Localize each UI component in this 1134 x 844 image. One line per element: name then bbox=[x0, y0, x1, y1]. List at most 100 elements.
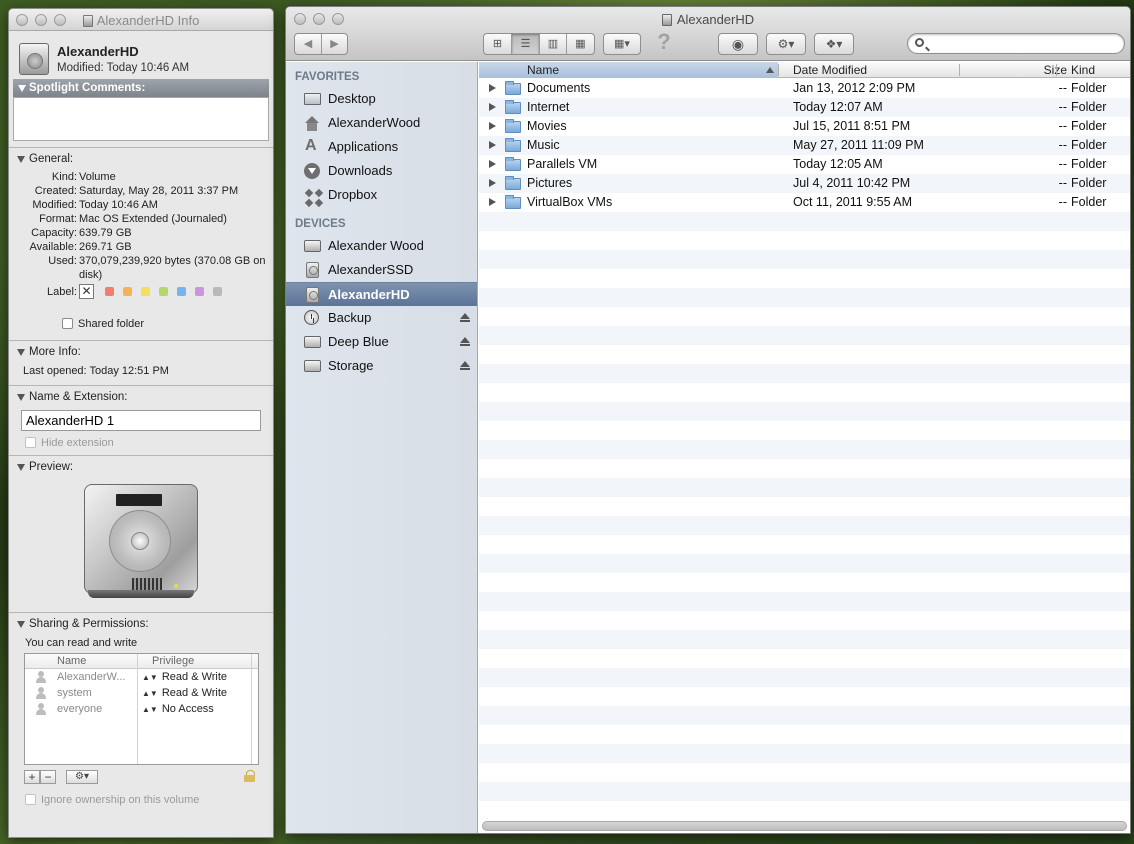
search-input[interactable] bbox=[930, 36, 1120, 51]
arrange-button[interactable]: ▦▾ bbox=[603, 33, 641, 55]
hide-extension-label: Hide extension bbox=[41, 437, 114, 449]
external-drive-icon bbox=[304, 360, 321, 372]
disclosure-triangle-icon bbox=[17, 394, 25, 401]
disclosure-triangle-icon[interactable] bbox=[489, 198, 496, 206]
privilege-popup[interactable]: ▲▼ Read & Write bbox=[142, 669, 227, 686]
spotlight-comments-field[interactable] bbox=[13, 97, 269, 141]
label-green-swatch[interactable] bbox=[159, 287, 168, 296]
table-row[interactable]: Parallels VM Today 12:05 AM -- Folder bbox=[479, 155, 1130, 174]
name-extension-section-header[interactable]: Name & Extension: bbox=[9, 388, 273, 406]
folder-icon bbox=[505, 81, 521, 95]
finder-window: AlexanderHD ◀ ▶ ⊞ ☰ ▥ ▦ ▦▾ ? ◉ ⚙▾ ❖▾ FAV… bbox=[285, 6, 1131, 834]
hard-drive-preview-icon bbox=[84, 484, 198, 602]
table-row[interactable]: Movies Jul 15, 2011 8:51 PM -- Folder bbox=[479, 117, 1130, 136]
divider bbox=[9, 612, 273, 613]
privilege-popup[interactable]: ▲▼ Read & Write bbox=[142, 685, 227, 702]
disclosure-triangle-icon[interactable] bbox=[489, 160, 496, 168]
column-header-name[interactable]: Name bbox=[479, 62, 778, 78]
finder-window-title: AlexanderHD bbox=[286, 12, 1130, 27]
group-icon bbox=[35, 703, 47, 715]
icon-view-button[interactable]: ⊞ bbox=[484, 34, 512, 54]
column-name-header[interactable]: Name bbox=[57, 655, 86, 667]
table-row[interactable]: Documents Jan 13, 2012 2:09 PM -- Folder bbox=[479, 79, 1130, 98]
sharing-label: Sharing & Permissions: bbox=[29, 618, 149, 630]
disclosure-triangle-icon[interactable] bbox=[489, 141, 496, 149]
table-row[interactable]: AlexanderW... ▲▼ Read & Write bbox=[25, 669, 258, 685]
sidebar-item-backup[interactable]: Backup bbox=[286, 306, 477, 330]
back-button[interactable]: ◀ bbox=[295, 34, 322, 54]
quick-look-button[interactable]: ◉ bbox=[718, 33, 758, 55]
folder-icon bbox=[505, 157, 521, 171]
applications-icon bbox=[304, 134, 321, 158]
privilege-popup[interactable]: ▲▼ No Access bbox=[142, 701, 214, 718]
disclosure-triangle-icon[interactable] bbox=[489, 179, 496, 187]
action-gear-button[interactable]: ⚙▾ bbox=[766, 33, 806, 55]
shared-folder-checkbox[interactable] bbox=[62, 318, 73, 329]
eject-icon[interactable] bbox=[460, 337, 470, 347]
sidebar-item-alexanderwood[interactable]: AlexanderWood bbox=[286, 111, 477, 135]
disclosure-triangle-icon[interactable] bbox=[489, 122, 496, 130]
table-row[interactable]: VirtualBox VMs Oct 11, 2011 9:55 AM -- F… bbox=[479, 193, 1130, 212]
name-extension-label: Name & Extension: bbox=[29, 391, 128, 403]
horizontal-scrollbar[interactable] bbox=[482, 821, 1127, 831]
sidebar-item-deep-blue[interactable]: Deep Blue bbox=[286, 330, 477, 354]
sidebar-item-alexander-wood[interactable]: Alexander Wood bbox=[286, 234, 477, 258]
column-header-date[interactable]: Date Modified bbox=[793, 62, 867, 78]
folder-icon bbox=[505, 138, 521, 152]
sidebar-item-downloads[interactable]: Downloads bbox=[286, 159, 477, 183]
column-privilege-header[interactable]: Privilege bbox=[152, 655, 194, 667]
column-view-button[interactable]: ▥ bbox=[540, 34, 567, 54]
eject-icon[interactable] bbox=[460, 313, 470, 323]
table-row[interactable]: Music May 27, 2011 11:09 PM -- Folder bbox=[479, 136, 1130, 155]
more-info-label: More Info: bbox=[29, 346, 81, 358]
table-row[interactable]: system ▲▼ Read & Write bbox=[25, 685, 258, 701]
remove-user-button[interactable]: − bbox=[40, 770, 56, 784]
table-row[interactable]: Pictures Jul 4, 2011 10:42 PM -- Folder bbox=[479, 174, 1130, 193]
finder-sidebar: FAVORITES Desktop AlexanderWood Applicat… bbox=[286, 62, 478, 833]
label-yellow-swatch[interactable] bbox=[141, 287, 150, 296]
disclosure-triangle-icon[interactable] bbox=[489, 84, 496, 92]
table-row[interactable]: Internet Today 12:07 AM -- Folder bbox=[479, 98, 1130, 117]
column-header-kind[interactable]: Kind bbox=[1071, 62, 1095, 78]
forward-button[interactable]: ▶ bbox=[322, 34, 347, 54]
eject-icon[interactable] bbox=[460, 361, 470, 371]
help-icon[interactable]: ? bbox=[654, 29, 674, 55]
table-row[interactable]: everyone ▲▼ No Access bbox=[25, 701, 258, 717]
label-orange-swatch[interactable] bbox=[123, 287, 132, 296]
ignore-ownership-option: Ignore ownership on this volume bbox=[25, 792, 273, 808]
lock-icon[interactable] bbox=[244, 770, 255, 782]
permissions-action-button[interactable]: ⚙▾ bbox=[66, 770, 98, 784]
label-none-button[interactable]: ✕ bbox=[79, 284, 94, 299]
sidebar-item-applications[interactable]: Applications bbox=[286, 134, 477, 159]
info-titlebar[interactable]: AlexanderHD Info bbox=[9, 9, 273, 31]
column-header-size[interactable]: Size bbox=[1027, 62, 1067, 78]
back-forward-control: ◀ ▶ bbox=[294, 33, 348, 55]
more-info-section-header[interactable]: More Info: bbox=[9, 343, 273, 361]
sharing-section-header[interactable]: Sharing & Permissions: bbox=[9, 615, 273, 633]
sidebar-item-alexanderhd[interactable]: AlexanderHD bbox=[286, 282, 477, 306]
up-down-arrows-icon: ▲▼ bbox=[142, 689, 158, 698]
general-section-header[interactable]: General: bbox=[9, 150, 273, 168]
sidebar-item-alexanderssd[interactable]: AlexanderSSD bbox=[286, 258, 477, 282]
cover-flow-button[interactable]: ▦ bbox=[567, 34, 594, 54]
search-field[interactable] bbox=[907, 33, 1125, 54]
spotlight-comments-header[interactable]: Spotlight Comments: bbox=[13, 79, 269, 97]
disclosure-triangle-icon[interactable] bbox=[489, 103, 496, 111]
dropbox-button[interactable]: ❖▾ bbox=[814, 33, 854, 55]
spotlight-label: Spotlight Comments: bbox=[29, 82, 146, 94]
label-gray-swatch[interactable] bbox=[213, 287, 222, 296]
name-field[interactable] bbox=[21, 410, 261, 431]
general-label: General: bbox=[29, 153, 74, 165]
dropbox-icon bbox=[304, 188, 321, 203]
add-user-button[interactable]: + bbox=[24, 770, 40, 784]
sidebar-item-dropbox[interactable]: Dropbox bbox=[286, 183, 477, 207]
shared-folder-option[interactable]: Shared folder bbox=[62, 316, 273, 332]
divider bbox=[9, 147, 273, 148]
label-purple-swatch[interactable] bbox=[195, 287, 204, 296]
label-red-swatch[interactable] bbox=[105, 287, 114, 296]
sidebar-item-desktop[interactable]: Desktop bbox=[286, 87, 477, 111]
label-blue-swatch[interactable] bbox=[177, 287, 186, 296]
preview-section-header[interactable]: Preview: bbox=[9, 458, 273, 476]
sidebar-item-storage[interactable]: Storage bbox=[286, 354, 477, 378]
list-view-button[interactable]: ☰ bbox=[512, 34, 540, 54]
